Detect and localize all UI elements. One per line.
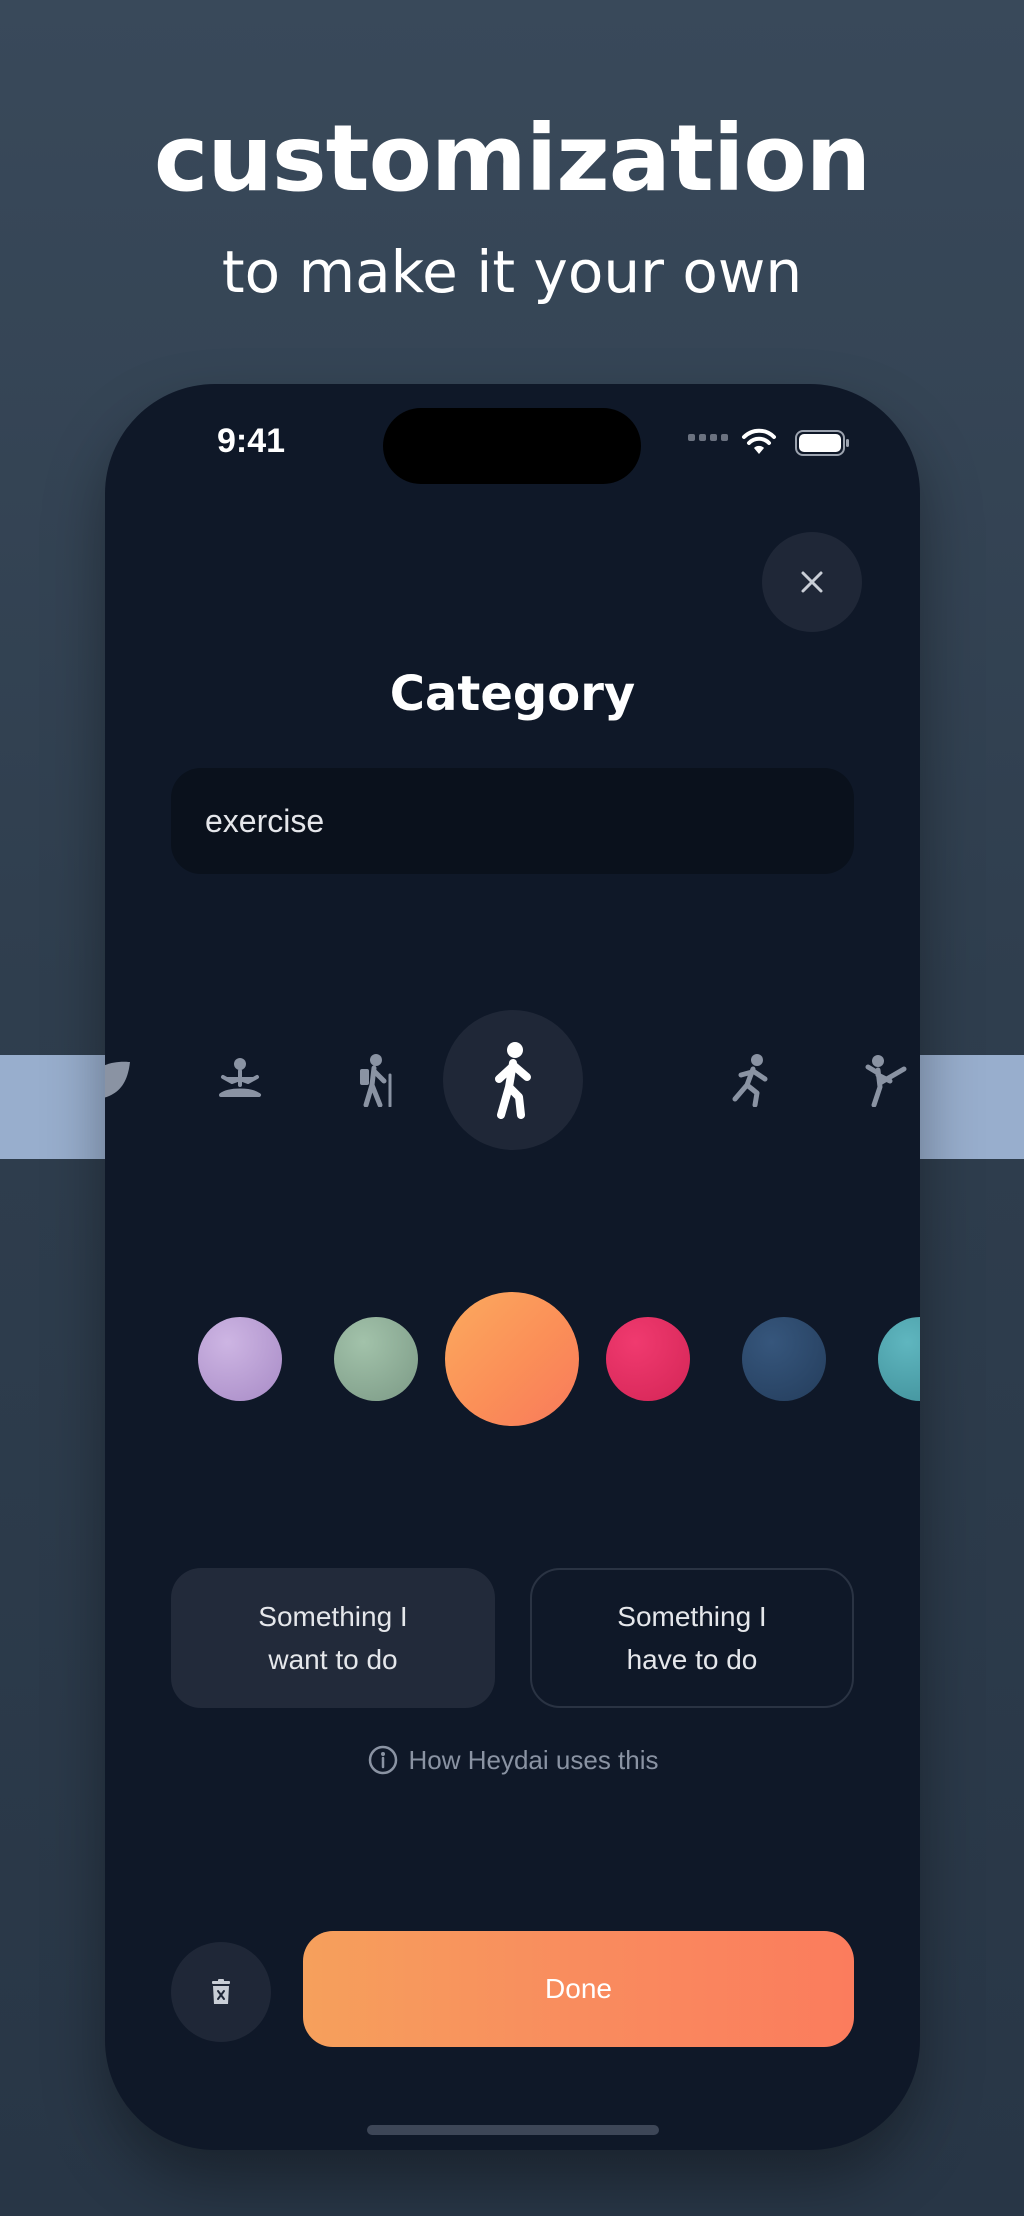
delete-button[interactable] (171, 1942, 271, 2042)
done-button[interactable]: Done (303, 1931, 854, 2047)
promo-headline: customization (153, 105, 871, 212)
how-heydai-uses-this-link[interactable]: How Heydai uses this (105, 1744, 920, 1776)
page-title: Category (389, 666, 636, 722)
walking-icon[interactable] (443, 1010, 583, 1150)
want-to-do-option[interactable]: Something I want to do (171, 1568, 495, 1708)
color-swatch-sage[interactable] (334, 1317, 418, 1401)
promo-subline: to make it your own (221, 238, 803, 306)
color-swatch-lavender[interactable] (198, 1317, 282, 1401)
phone-screen: 9:41 Category exercise Something I want … (105, 384, 920, 2150)
info-icon (368, 1745, 397, 1775)
meditation-icon[interactable] (200, 1040, 280, 1120)
color-swatch-orange-selected[interactable] (445, 1292, 579, 1426)
color-swatch-teal[interactable] (878, 1317, 920, 1401)
home-indicator (367, 2125, 659, 2135)
close-button[interactable] (762, 532, 862, 632)
wifi-icon (742, 428, 776, 454)
category-name-input[interactable]: exercise (171, 768, 854, 874)
status-time: 9:41 (217, 422, 286, 460)
close-icon (801, 571, 823, 593)
running-icon[interactable] (710, 1040, 790, 1120)
cellular-signal-icon (688, 434, 728, 441)
color-swatch-pink[interactable] (606, 1317, 690, 1401)
color-swatch-navy[interactable] (742, 1317, 826, 1401)
battery-icon (795, 430, 849, 456)
dynamic-island (383, 408, 641, 484)
leaf-icon[interactable] (105, 1040, 145, 1120)
martial-arts-icon[interactable] (845, 1040, 920, 1120)
have-to-do-option[interactable]: Something I have to do (530, 1568, 854, 1708)
trash-icon (212, 1979, 230, 2004)
hiking-icon[interactable] (335, 1040, 415, 1120)
icon-picker (105, 1010, 920, 1150)
info-link-label: How Heydai uses this (408, 1744, 659, 1775)
